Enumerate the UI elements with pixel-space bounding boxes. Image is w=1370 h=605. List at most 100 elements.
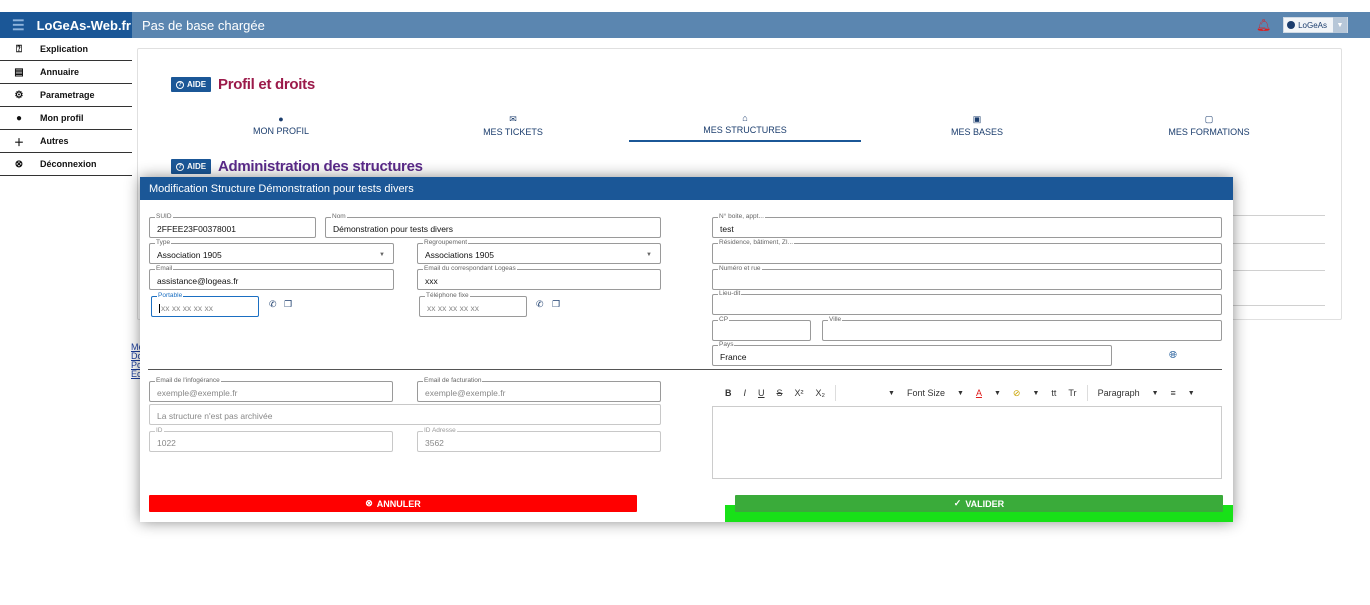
bell-icon[interactable]: 🔔︎: [1256, 18, 1271, 32]
align-icon[interactable]: ≡: [1171, 388, 1176, 398]
tab-mes-tickets[interactable]: ✉ MES TICKETS: [397, 108, 629, 142]
portable-placeholder: xx xx xx xx xx: [159, 303, 213, 314]
app-bar: ☰ LoGeAs-Web.fr Pas de base chargée 🔔︎ L…: [0, 12, 1370, 38]
brand[interactable]: ☰ LoGeAs-Web.fr: [0, 12, 132, 38]
chevron-down-icon[interactable]: ▼: [957, 390, 964, 397]
chevron-down-icon[interactable]: ▼: [1152, 390, 1159, 397]
font-size-dropdown[interactable]: Font Size: [907, 388, 945, 398]
suid-field[interactable]: SUID 2FFEE23F00378001: [149, 213, 316, 238]
subscript-button[interactable]: X₂: [816, 388, 826, 398]
email-facturation-field[interactable]: Email de facturation exemple@exemple.fr: [417, 377, 661, 402]
aide-button[interactable]: ? AIDE: [171, 159, 212, 174]
tab-mes-formations[interactable]: ▢ MES FORMATIONS: [1093, 108, 1325, 142]
modal-title: Modification Structure Démonstration pou…: [140, 177, 1233, 200]
phone-icon[interactable]: ✆: [536, 299, 544, 310]
strikethrough-button[interactable]: S: [777, 388, 783, 398]
chart-icon: ▣: [972, 113, 982, 124]
profile-tabs: ● MON PROFIL ✉ MES TICKETS ⌂ MES STRUCTU…: [165, 108, 1325, 142]
id-field: ID 1022: [149, 427, 393, 452]
user-menu-button[interactable]: LoGeAs ▼: [1283, 17, 1348, 33]
italic-button[interactable]: I: [744, 388, 747, 398]
edit-structure-modal: Modification Structure Démonstration pou…: [140, 177, 1233, 522]
tab-mes-bases[interactable]: ▣ MES BASES: [861, 108, 1093, 142]
text-cursor: [159, 304, 160, 314]
portable-field[interactable]: Portable xx xx xx xx xx: [151, 292, 259, 317]
user-label: LoGeAs: [1284, 21, 1333, 30]
divider: [1233, 270, 1325, 271]
help-icon: ?: [176, 162, 184, 171]
home-icon: ⌂: [742, 113, 748, 123]
id-adresse-field: ID Adresse 3562: [417, 427, 661, 452]
user-icon: ●: [15, 112, 23, 124]
validate-button[interactable]: ✓ VALIDER: [735, 495, 1223, 512]
app-title: Pas de base chargée: [142, 17, 265, 33]
top-strip: [0, 0, 1370, 12]
email-infogerance-field[interactable]: Email de l'infogérance exemple@exemple.f…: [149, 377, 393, 402]
text-case-button[interactable]: tt: [1051, 388, 1056, 398]
sidebar-item-deconnexion[interactable]: ⊗ Déconnexion: [0, 153, 132, 176]
sidebar-item-autres[interactable]: ＋ Autres: [0, 130, 132, 153]
chevron-down-icon[interactable]: ▼: [1333, 17, 1347, 33]
tab-mes-structures[interactable]: ⌂ MES STRUCTURES: [629, 108, 861, 142]
help-icon: ?: [176, 80, 184, 89]
numero-rue-field[interactable]: Numéro et rue: [712, 265, 1222, 290]
power-icon: ⊗: [14, 158, 24, 170]
sidebar-item-mon-profil[interactable]: ● Mon profil: [0, 107, 132, 130]
superscript-button[interactable]: X²: [795, 388, 804, 398]
toolbar-separator: [835, 385, 837, 401]
email-correspondant-field[interactable]: Email du correspondant Logeas xxx: [417, 265, 661, 290]
copy-icon[interactable]: ❐: [552, 299, 560, 310]
sidebar: ⍰ Explication ▤ Annuaire ⚙ Parametrage ●…: [0, 38, 132, 176]
section-title-administration: Administration des structures: [218, 158, 423, 175]
divider: [148, 369, 1222, 370]
phone-icon[interactable]: ✆: [269, 299, 277, 310]
chevron-down-icon[interactable]: ▼: [1188, 390, 1195, 397]
chevron-down-icon[interactable]: ▼: [994, 390, 1001, 397]
regroupement-select[interactable]: Regroupement Associations 1905 ▼: [417, 239, 661, 264]
plus-icon: ＋: [14, 137, 24, 149]
check-icon: ✓: [953, 498, 962, 508]
archive-status-field: La structure n'est pas archivée: [149, 404, 661, 425]
mail-icon: ✉: [509, 113, 517, 124]
sidebar-item-label: Autres: [40, 136, 69, 146]
aide-button[interactable]: ? AIDE: [171, 77, 212, 92]
boite-field[interactable]: N° boite, appt... test: [712, 213, 1222, 238]
rich-text-editor[interactable]: [712, 406, 1222, 479]
section-title-profil: Profil et droits: [218, 76, 315, 93]
highlight-icon[interactable]: ⊘: [1013, 388, 1021, 399]
text-transform-button[interactable]: Tr: [1068, 388, 1076, 398]
paragraph-dropdown[interactable]: Paragraph: [1098, 388, 1140, 398]
sidebar-item-explication[interactable]: ⍰ Explication: [0, 38, 132, 61]
globe-icon[interactable]: 🌐︎: [1169, 350, 1177, 361]
user-avatar-icon: [1287, 21, 1296, 29]
sidebar-item-label: Annuaire: [40, 67, 80, 77]
pays-field[interactable]: Pays France: [712, 341, 1112, 366]
cp-field[interactable]: CP: [712, 316, 811, 341]
toolbar-separator: [1086, 385, 1088, 401]
divider: [1233, 243, 1325, 244]
brand-label: LoGeAs-Web.fr: [36, 17, 131, 33]
underline-button[interactable]: U: [758, 388, 765, 398]
email-field[interactable]: Email assistance@logeas.fr: [149, 265, 394, 290]
telephone-fixe-field[interactable]: Téléphone fixe xx xx xx xx xx: [419, 292, 527, 317]
sidebar-item-annuaire[interactable]: ▤ Annuaire: [0, 61, 132, 84]
residence-field[interactable]: Résidence, bâtiment, ZI...: [712, 239, 1222, 264]
type-select[interactable]: Type Association 1905 ▼: [149, 239, 394, 264]
menu-icon[interactable]: ☰: [12, 17, 25, 34]
bold-button[interactable]: B: [725, 388, 732, 398]
sidebar-item-label: Explication: [40, 44, 89, 54]
nom-field[interactable]: Nom Démonstration pour tests divers: [325, 213, 661, 238]
lieu-dit-field[interactable]: Lieu-dit: [712, 290, 1222, 315]
help-circle-icon: ⍰: [16, 43, 22, 55]
font-color-button[interactable]: A: [976, 388, 982, 398]
chevron-down-icon[interactable]: ▼: [888, 390, 895, 397]
ville-field[interactable]: Ville: [822, 316, 1222, 341]
cancel-button[interactable]: ⊗ ANNULER: [149, 495, 637, 512]
gear-icon: ⚙: [14, 89, 24, 101]
user-icon: ●: [278, 114, 284, 124]
chevron-down-icon[interactable]: ▼: [1032, 390, 1039, 397]
sidebar-item-label: Mon profil: [40, 113, 84, 123]
tab-mon-profil[interactable]: ● MON PROFIL: [165, 108, 397, 142]
sidebar-item-parametrage[interactable]: ⚙ Parametrage: [0, 84, 132, 107]
copy-icon[interactable]: ❐: [284, 299, 292, 310]
